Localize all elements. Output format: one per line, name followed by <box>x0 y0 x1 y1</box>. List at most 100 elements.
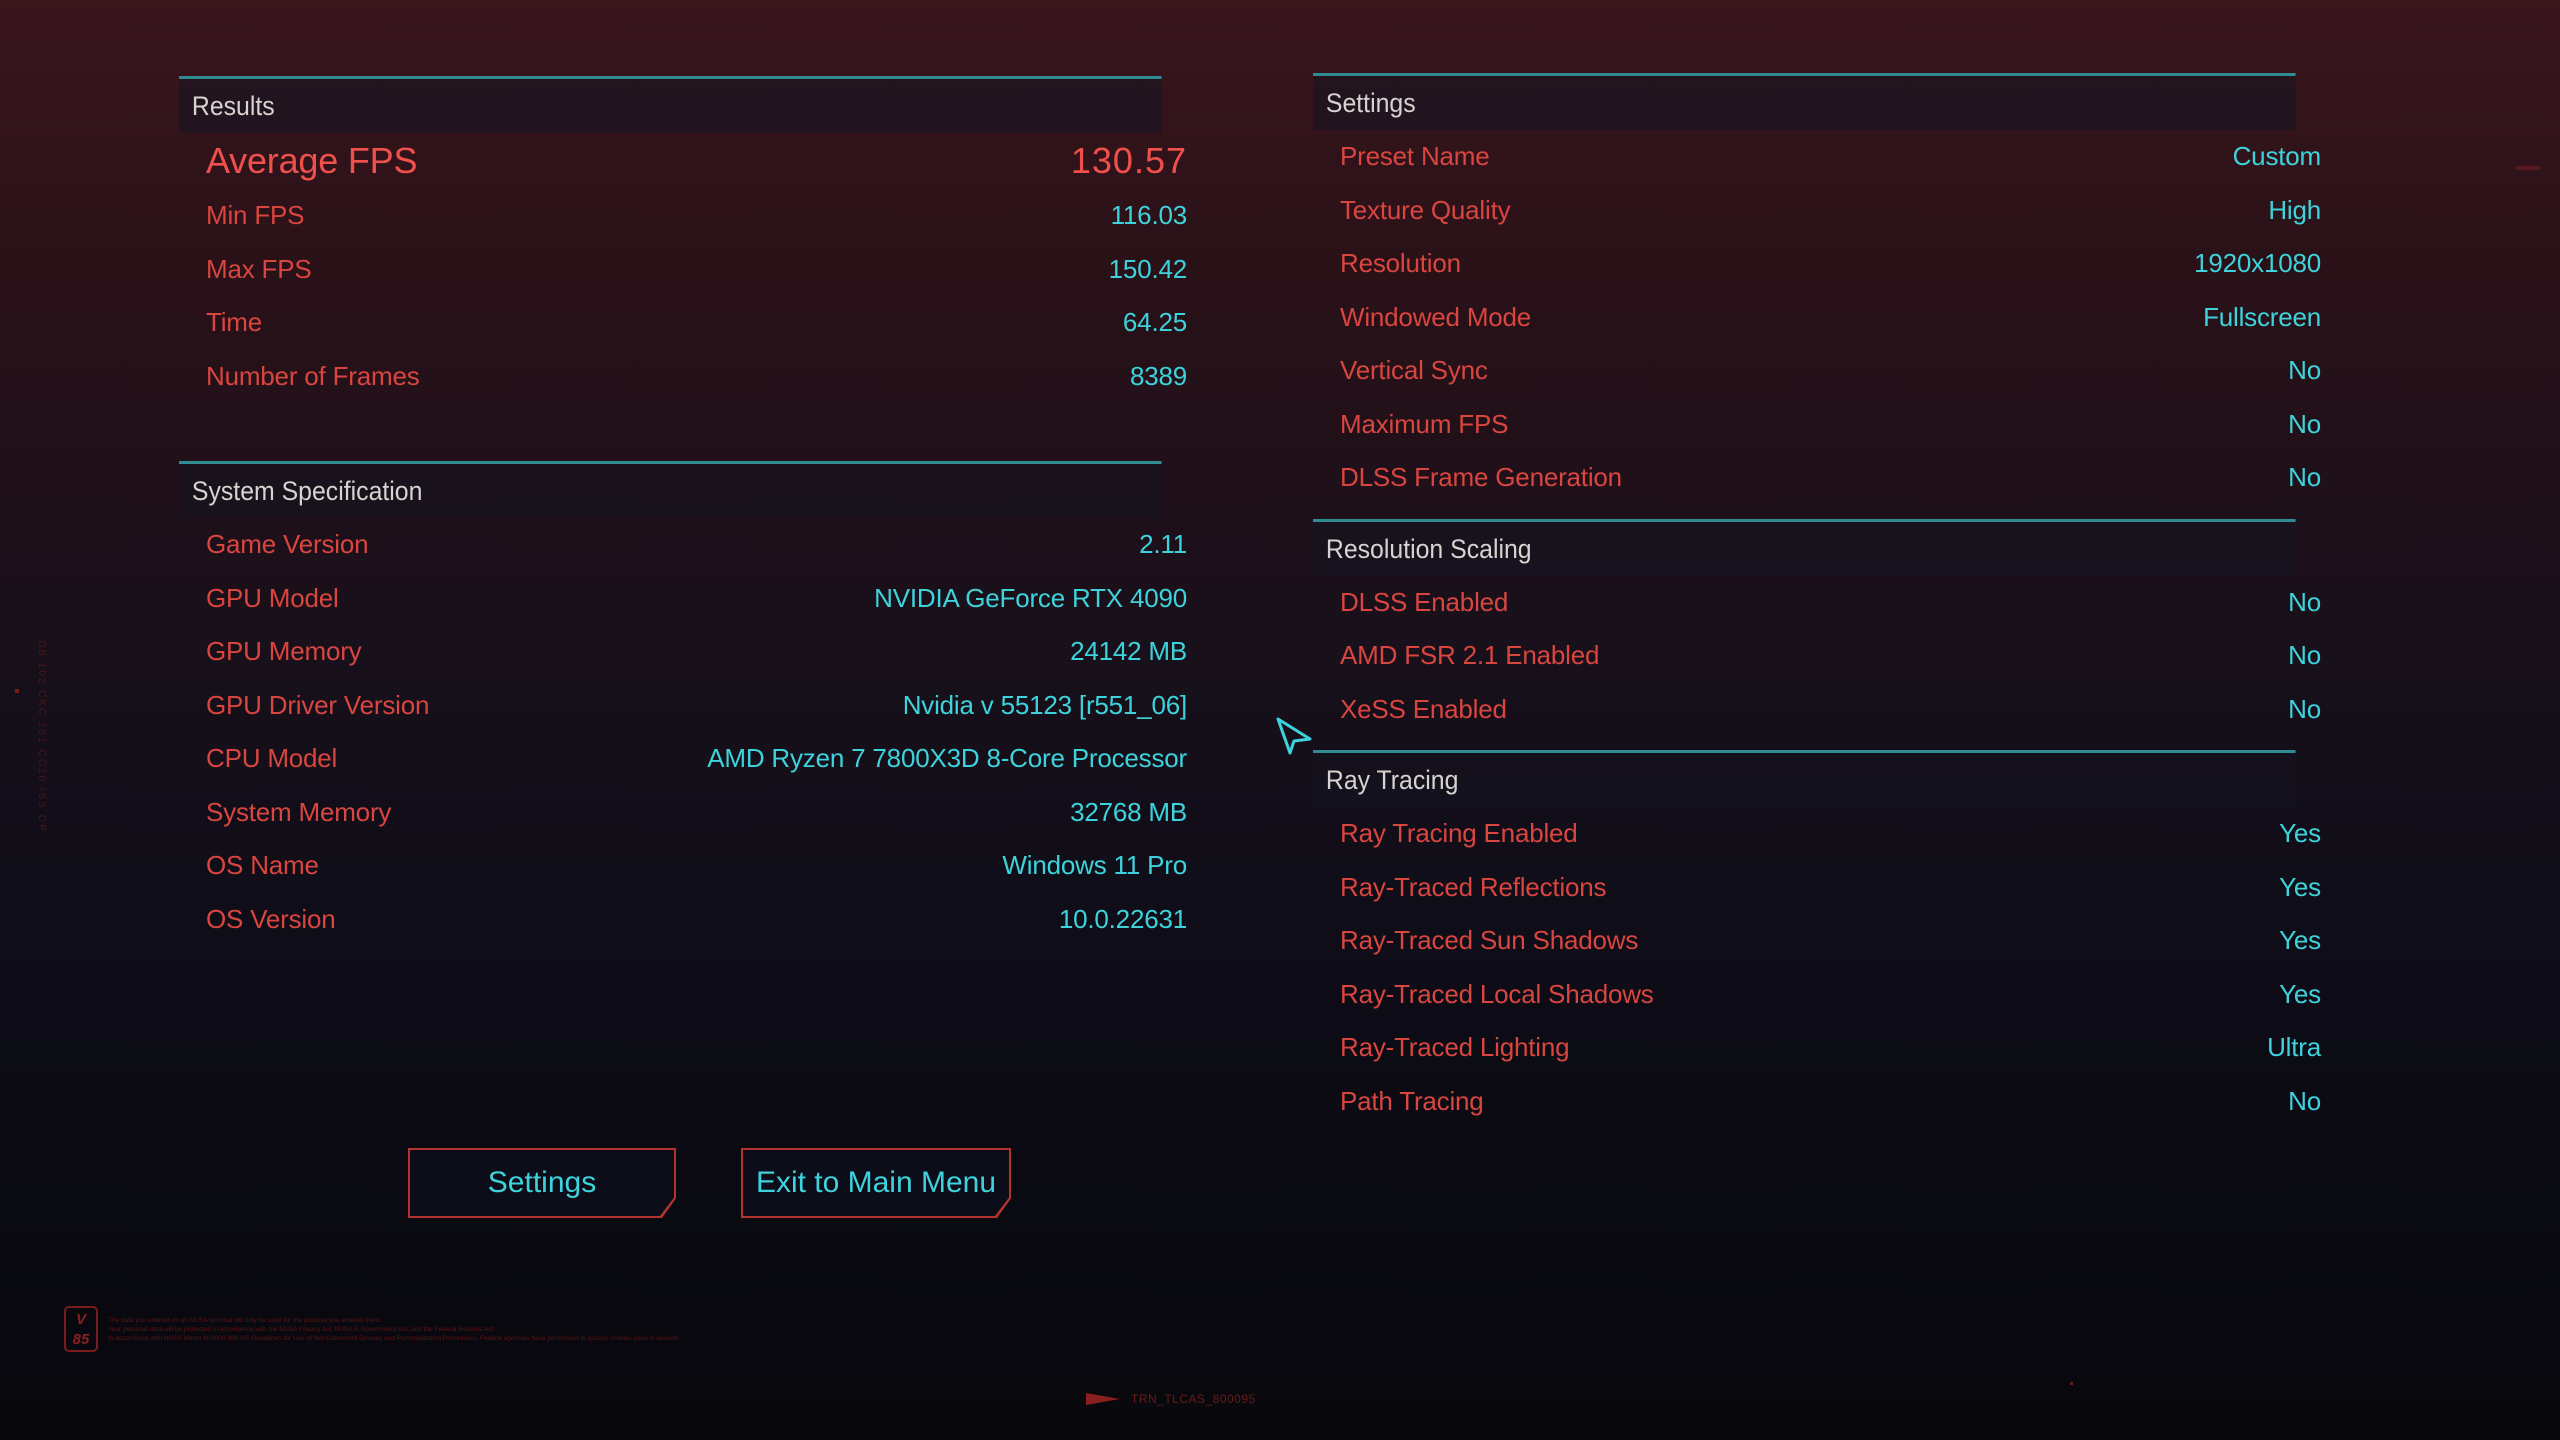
row-label: Ray-Traced Reflections <box>1340 871 1607 902</box>
decorative-mark <box>2516 166 2540 170</box>
row-label: XeSS Enabled <box>1340 693 1507 724</box>
row-value: 1920x1080 <box>2194 248 2321 279</box>
row-label: System Memory <box>206 796 392 827</box>
settings-row: Windowed Mode Fullscreen <box>1313 291 2381 345</box>
row-label: Ray-Traced Sun Shadows <box>1340 925 1639 956</box>
row-label: Game Version <box>206 529 369 560</box>
row-label: Average FPS <box>206 140 418 181</box>
v85-badge: V 85 <box>64 1306 98 1352</box>
exit-to-main-menu-button[interactable]: Exit to Main Menu <box>743 1150 1009 1216</box>
ray-tracing-row: Ray Tracing Enabled Yes <box>1313 807 2381 861</box>
row-label: OS Name <box>206 850 319 881</box>
left-column: Results Average FPS 130.57 Min FPS 116.03… <box>179 76 1247 946</box>
row-value: No <box>2288 586 2321 617</box>
row-value: Nvidia v 55123 [r551_06] <box>902 689 1187 720</box>
settings-row: Texture Quality High <box>1313 184 2381 238</box>
row-value: 116.03 <box>1110 200 1188 231</box>
mouse-cursor-icon <box>1276 717 1312 755</box>
row-value: No <box>2288 1085 2321 1116</box>
row-label: DLSS Frame Generation <box>1340 462 1622 493</box>
row-label: Path Tracing <box>1340 1085 1484 1116</box>
row-label: Maximum FPS <box>1340 408 1509 439</box>
ray-tracing-row: Ray-Traced Local Shadows Yes <box>1313 968 2381 1022</box>
row-value: 150.42 <box>1108 253 1188 284</box>
row-value: Yes <box>2279 818 2321 849</box>
resolution-scaling-section: DLSS Enabled No AMD FSR 2.1 Enabled No XeS… <box>1313 576 2381 737</box>
decorative-mark <box>2070 1382 2073 1385</box>
row-label: OS Version <box>206 903 336 934</box>
system-row: GPU Memory 24142 MB <box>179 625 1247 679</box>
row-value: Yes <box>2279 925 2321 956</box>
row-value: AMD Ryzen 7 7800X3D 8-Core Processor <box>707 743 1187 774</box>
settings-section: Preset Name Custom Texture Quality High Re… <box>1313 130 2381 505</box>
row-value: Custom <box>2232 141 2322 172</box>
scaling-row: XeSS Enabled No <box>1313 683 2381 737</box>
ray-tracing-row: Path Tracing No <box>1313 1075 2381 1129</box>
system-row: GPU Driver Version Nvidia v 55123 [r551_0… <box>179 679 1247 733</box>
system-row: CPU Model AMD Ryzen 7 7800X3D 8-Core Proc… <box>179 732 1247 786</box>
build-code: TRN_TLCAS_800095 <box>1131 1392 1256 1406</box>
row-label: Min FPS <box>206 200 305 231</box>
row-value: 10.0.22631 <box>1058 903 1187 934</box>
resolution-scaling-header: Resolution Scaling <box>1313 518 2296 576</box>
row-label: Number of Frames <box>206 360 420 391</box>
row-label: Vertical Sync <box>1340 355 1488 386</box>
results-row: Time 64.25 <box>179 296 1247 350</box>
system-row: GPU Model NVIDIA GeForce RTX 4090 <box>179 572 1247 626</box>
row-value: 8389 <box>1129 360 1187 391</box>
row-value: NVIDIA GeForce RTX 4090 <box>874 582 1187 613</box>
row-label: Ray-Traced Lighting <box>1340 1032 1570 1063</box>
settings-row: DLSS Frame Generation No <box>1313 451 2381 505</box>
system-spec-header: System Specification <box>179 461 1162 518</box>
row-value: No <box>2288 640 2321 671</box>
settings-row: Preset Name Custom <box>1313 130 2381 184</box>
settings-row: Vertical Sync No <box>1313 344 2381 398</box>
row-label: GPU Driver Version <box>206 689 430 720</box>
row-value: Yes <box>2279 978 2321 1009</box>
row-value: Yes <box>2279 871 2321 902</box>
results-section: Average FPS 130.57 Min FPS 116.03 Max FPS… <box>179 133 1247 403</box>
ray-tracing-row: Ray-Traced Reflections Yes <box>1313 861 2381 915</box>
row-label: CPU Model <box>206 743 338 774</box>
row-value: No <box>2288 693 2321 724</box>
ray-tracing-row: Ray-Traced Sun Shadows Yes <box>1313 914 2381 968</box>
system-row: OS Name Windows 11 Pro <box>179 839 1247 893</box>
arrow-icon <box>1086 1393 1120 1405</box>
row-label: GPU Model <box>206 582 339 613</box>
settings-button[interactable]: Settings <box>410 1150 674 1216</box>
row-value: No <box>2288 408 2321 439</box>
system-row: OS Version 10.0.22631 <box>179 893 1247 947</box>
row-value: 130.57 <box>1070 140 1187 181</box>
settings-row: Maximum FPS No <box>1313 398 2381 452</box>
results-row: Min FPS 116.03 <box>179 189 1247 243</box>
row-label: Resolution <box>1340 248 1461 279</box>
row-label: Texture Quality <box>1340 194 1511 225</box>
results-row: Max FPS 150.42 <box>179 243 1247 297</box>
results-row: Number of Frames 8389 <box>179 350 1247 404</box>
system-row: System Memory 32768 MB <box>179 786 1247 840</box>
row-value: No <box>2288 462 2321 493</box>
decorative-mark <box>15 689 19 693</box>
row-value: No <box>2288 355 2321 386</box>
system-spec-section: Game Version 2.11 GPU Model NVIDIA GeForce… <box>179 518 1247 946</box>
row-label: Ray-Traced Local Shadows <box>1340 978 1654 1009</box>
row-value: High <box>2268 194 2321 225</box>
scaling-row: AMD FSR 2.1 Enabled No <box>1313 629 2381 683</box>
row-label: Windowed Mode <box>1340 301 1532 332</box>
row-value: Ultra <box>2267 1032 2321 1063</box>
row-label: Ray Tracing Enabled <box>1340 818 1578 849</box>
ray-tracing-section: Ray Tracing Enabled Yes Ray-Traced Reflec… <box>1313 807 2381 1128</box>
row-value: Windows 11 Pro <box>1002 850 1187 881</box>
row-label: Max FPS <box>206 253 312 284</box>
ray-tracing-header: Ray Tracing <box>1313 750 2296 807</box>
row-label: GPU Memory <box>206 636 362 667</box>
row-value: 2.11 <box>1139 529 1187 560</box>
settings-row: Resolution 1920x1080 <box>1313 237 2381 291</box>
row-value: 24142 MB <box>1070 636 1187 667</box>
system-row: Game Version 2.11 <box>179 518 1247 572</box>
right-column: Settings Preset Name Custom Texture Quali… <box>1313 73 2381 1128</box>
decorative-vertical-code: DB 102 CKC 151 CC10 ISS CP <box>36 640 47 833</box>
row-value: Fullscreen <box>2203 301 2321 332</box>
legal-disclaimer: The data you entered on an NUSA terminal… <box>108 1317 681 1342</box>
settings-header: Settings <box>1313 73 2296 130</box>
